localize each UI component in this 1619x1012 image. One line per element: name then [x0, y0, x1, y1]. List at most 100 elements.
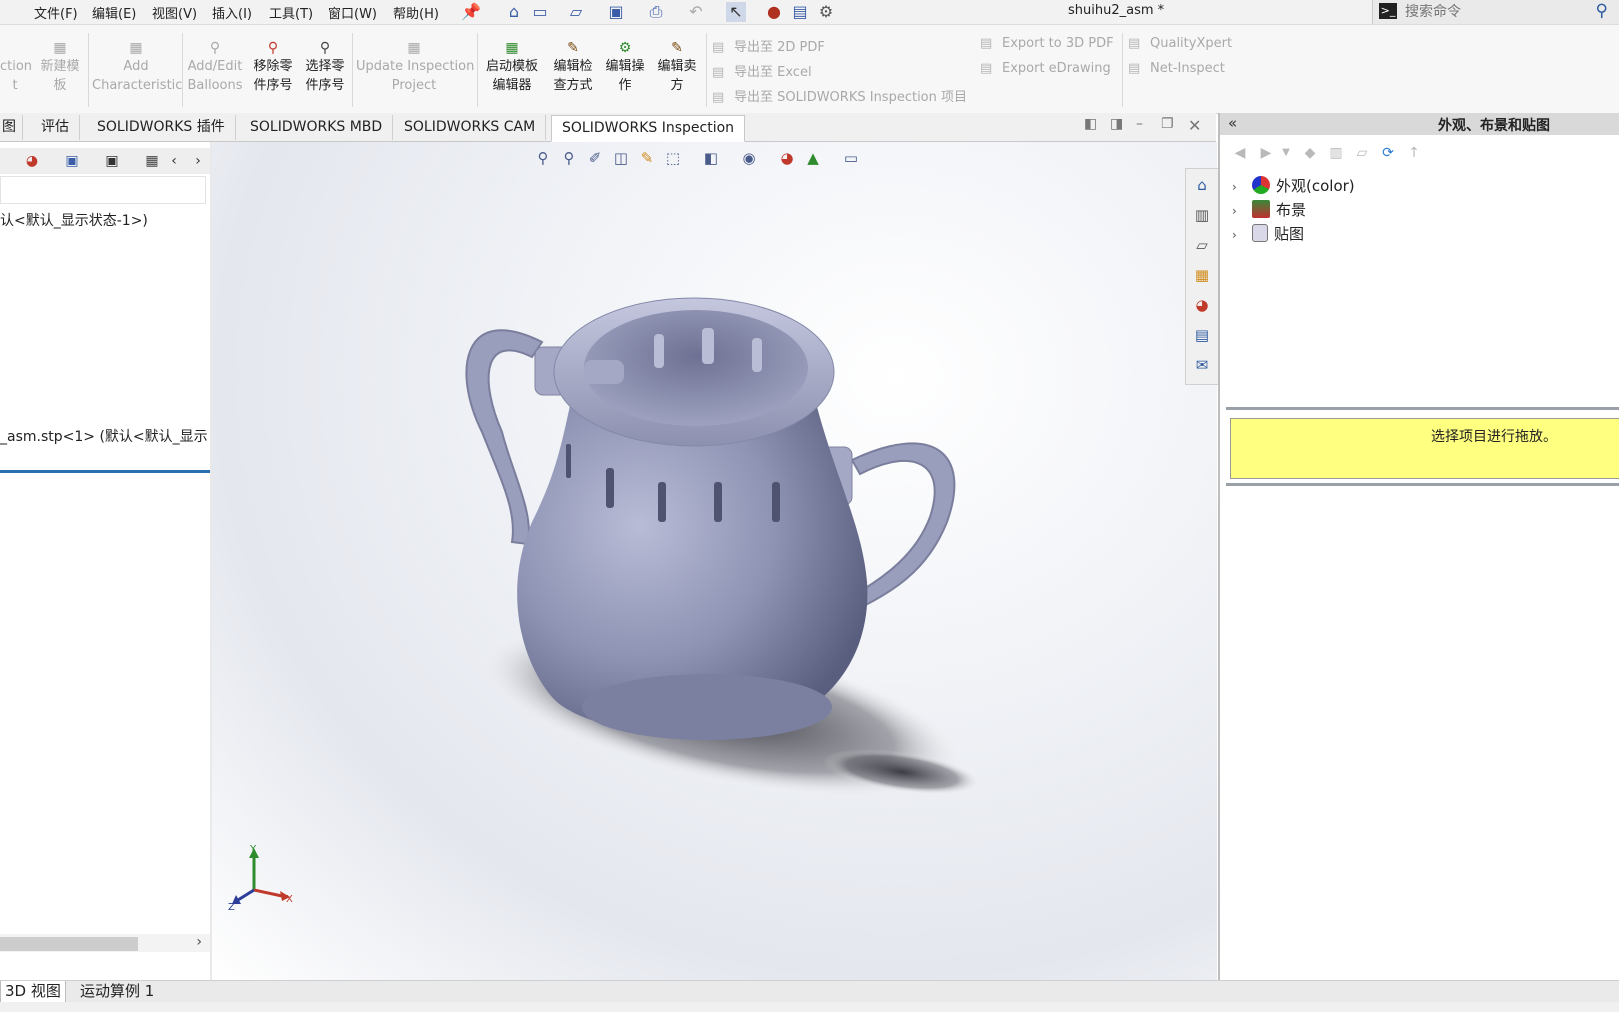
update-project-icon: ▦	[407, 40, 421, 56]
component-label[interactable]: _asm.stp<1> (默认<默认_显示	[0, 426, 208, 446]
chevron-right-icon[interactable]: ›	[188, 151, 208, 171]
chevron-down-icon[interactable]: ▼	[1276, 143, 1296, 163]
tab-drawing[interactable]: 图	[0, 115, 23, 140]
print-icon[interactable]: ⎙	[646, 2, 666, 22]
tab-solidworks-cam[interactable]: SOLIDWORKS CAM	[394, 115, 547, 140]
export-3d-pdf-link[interactable]: ▤ Export to 3D PDF	[980, 36, 1114, 51]
template-editor-button[interactable]: ▦ 启动模板 编辑器	[481, 39, 543, 95]
select-cursor-icon[interactable]: ↖	[726, 2, 746, 22]
expand-icon[interactable]: ›	[1232, 180, 1244, 194]
minimize-icon[interactable]: –	[1136, 116, 1143, 132]
configuration-label[interactable]: 认<默认_显示状态-1>)	[0, 210, 148, 230]
export-2d-pdf-link[interactable]: ▤ 导出至 2D PDF	[712, 36, 825, 55]
undo-icon[interactable]: ↶	[686, 2, 706, 22]
save-icon[interactable]: ▣	[606, 2, 626, 22]
custom-properties-icon[interactable]: ▤	[1191, 324, 1213, 346]
ribbon-separator	[477, 33, 478, 107]
model-graphics[interactable]	[212, 142, 1217, 980]
display-manager-icon[interactable]: ◕	[22, 151, 42, 171]
appearances-scenes-decals-panel: « 外观、布景和贴图 ◀ ▶ ▼ ◆ ▥ ▱ ⟳ ↑ › 外观(color) › 布…	[1218, 113, 1619, 980]
tree-item-appearances[interactable]: › 外观(color)	[1232, 175, 1355, 197]
feature-manager-toolbar: ◕ ▣ ▣ ▦ ‹ ›	[0, 148, 210, 174]
update-inspection-project-button[interactable]: ▦ Update Inspection Project	[356, 39, 474, 95]
menu-window[interactable]: 窗口(W)	[328, 3, 377, 22]
tree-item-scenes[interactable]: › 布景	[1232, 199, 1306, 221]
menu-insert[interactable]: 插入(I)	[212, 3, 252, 22]
menu-file[interactable]: 文件(F)	[34, 3, 78, 22]
select-balloon-button[interactable]: ⚲ 选择零 件序号	[300, 39, 350, 95]
export-excel-link[interactable]: ▤ 导出至 Excel	[712, 61, 812, 80]
tree-item-decals[interactable]: › 贴图	[1232, 223, 1304, 245]
tree-filter-input[interactable]	[0, 176, 206, 204]
menu-view[interactable]: 视图(V)	[152, 3, 197, 22]
collapse-panel-icon[interactable]: «	[1228, 114, 1237, 132]
add-file-location-icon[interactable]: ▥	[1326, 143, 1346, 163]
tab-solidworks-inspection[interactable]: SOLIDWORKS Inspection	[551, 115, 746, 142]
cam-feature-tree-icon[interactable]: ▣	[102, 151, 122, 171]
new-template-icon: ▦	[53, 40, 67, 56]
panel-divider[interactable]	[1226, 407, 1619, 410]
export-inspection-project-label: 导出至 SOLIDWORKS Inspection 项目	[734, 90, 968, 105]
ribbon-label: 编辑卖 方	[657, 59, 697, 93]
add-to-library-icon[interactable]: ◆	[1300, 143, 1320, 163]
edit-inspection-method-button[interactable]: ✎ 编辑检 查方式	[548, 39, 598, 95]
tab-3d-views[interactable]: 3D 视图	[0, 981, 66, 1003]
expand-icon[interactable]: ›	[1232, 228, 1244, 242]
menu-edit[interactable]: 编辑(E)	[92, 3, 136, 22]
new-template-button[interactable]: ▦ 新建模 板	[36, 39, 84, 95]
design-library-icon[interactable]: ▥	[1191, 204, 1213, 226]
menu-help[interactable]: 帮助(H)	[393, 3, 439, 22]
file-explorer-icon[interactable]: ▱	[1191, 234, 1213, 256]
traffic-light-icon[interactable]: ●	[764, 2, 784, 22]
back-icon[interactable]: ◀	[1230, 143, 1250, 163]
solidworks-resources-icon[interactable]: ⌂	[1191, 174, 1213, 196]
search-icon[interactable]: ⚲	[1596, 1, 1608, 21]
scrollbar-thumb[interactable]	[0, 937, 138, 951]
horizontal-scrollbar[interactable]: ›	[0, 934, 210, 952]
home-icon[interactable]: ⌂	[504, 2, 524, 22]
tab-motion-study-1[interactable]: 运动算例 1	[76, 981, 158, 1002]
expand-icon[interactable]: ›	[1232, 204, 1244, 218]
menu-tools[interactable]: 工具(T)	[269, 3, 313, 22]
tile-left-icon[interactable]: ◧	[1084, 116, 1097, 132]
edit-operation-button[interactable]: ⚙ 编辑操 作	[600, 39, 650, 95]
search-command-box[interactable]: >_ ⚲	[1372, 0, 1619, 24]
create-folder-icon[interactable]: ▱	[1352, 143, 1372, 163]
restore-icon[interactable]: ❐	[1161, 116, 1174, 132]
chevron-left-icon[interactable]: ‹	[164, 151, 184, 171]
forum-icon[interactable]: ✉	[1191, 354, 1213, 376]
new-file-icon[interactable]: ▭	[530, 2, 550, 22]
gear-icon[interactable]: ⚙	[816, 2, 836, 22]
remove-balloon-button[interactable]: ⚲ 移除零 件序号	[248, 39, 298, 95]
add-characteristic-button[interactable]: ▦ Add Characteristic	[92, 39, 182, 95]
refresh-icon[interactable]: ⟳	[1378, 143, 1398, 163]
dimxpert-icon[interactable]: ▣	[62, 151, 82, 171]
panel-divider[interactable]	[1226, 483, 1619, 486]
close-icon[interactable]: ✕	[1188, 116, 1201, 135]
ribbon-inspection-button[interactable]: ction t	[0, 39, 32, 95]
chevron-right-icon[interactable]: ›	[196, 934, 202, 950]
view-palette-icon[interactable]: ▦	[1191, 264, 1213, 286]
inspection-project-icon: ▤	[712, 90, 725, 105]
export-inspection-project-link[interactable]: ▤ 导出至 SOLIDWORKS Inspection 项目	[712, 86, 967, 105]
up-folder-icon[interactable]: ↑	[1404, 143, 1424, 163]
forward-icon[interactable]: ▶	[1256, 143, 1276, 163]
appearances-scenes-icon[interactable]: ◕	[1191, 294, 1213, 316]
edit-vendor-button[interactable]: ✎ 编辑卖 方	[652, 39, 702, 95]
tile-right-icon[interactable]: ◨	[1110, 116, 1123, 132]
open-file-icon[interactable]: ▱	[566, 2, 586, 22]
tab-evaluate[interactable]: 评估	[31, 115, 80, 140]
tab-solidworks-mbd[interactable]: SOLIDWORKS MBD	[240, 115, 394, 140]
tab-solidworks-addins[interactable]: SOLIDWORKS 插件	[87, 115, 236, 140]
graphics-viewport[interactable]: ⚲ ⚲ ✐ ◫ ✎ ⬚ ◧ ◉ ◕ ▲ ▭ Y X Z	[212, 142, 1217, 980]
edit-inspection-method-icon: ✎	[567, 40, 579, 56]
search-input[interactable]	[1403, 2, 1587, 22]
export-edrawing-link[interactable]: ▤ Export eDrawing	[980, 61, 1111, 76]
edit-operation-icon: ⚙	[618, 40, 632, 56]
add-edit-balloons-button[interactable]: ⚲ Add/Edit Balloons	[186, 39, 244, 95]
file-properties-icon[interactable]: ▤	[790, 2, 810, 22]
net-inspect-link[interactable]: ▤ Net-Inspect	[1128, 61, 1225, 76]
pin-icon[interactable]: 📌	[461, 2, 481, 22]
cam-operation-tree-icon[interactable]: ▦	[142, 151, 162, 171]
qualityxpert-link[interactable]: ▤ QualityXpert	[1128, 36, 1232, 51]
